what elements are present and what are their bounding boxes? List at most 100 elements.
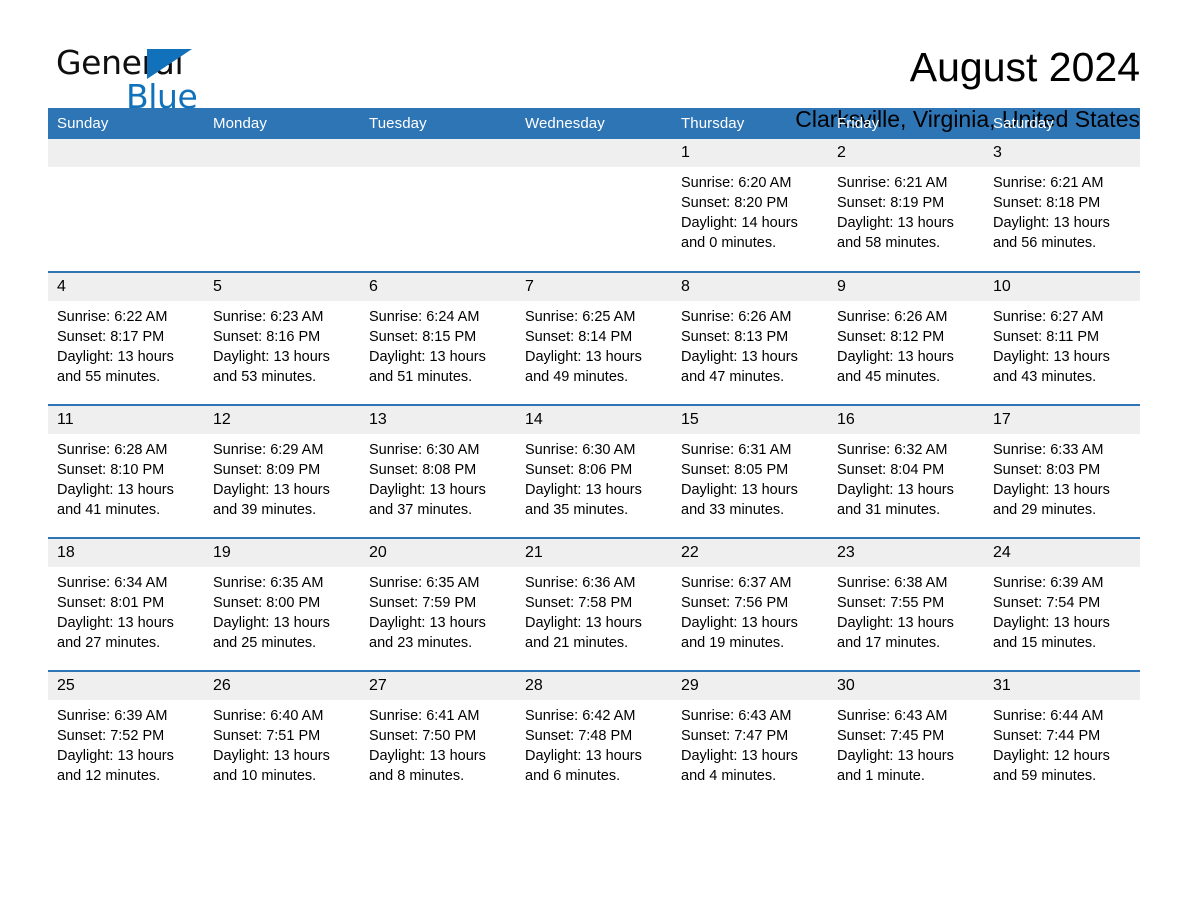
day-number: 15 <box>672 406 828 434</box>
day-cell-inner: 10 Sunrise: 6:27 AM Sunset: 8:11 PM Dayligh… <box>984 273 1140 404</box>
day-number: 2 <box>828 139 984 167</box>
sunrise-text: Sunrise: 6:32 AM <box>837 442 948 458</box>
calendar-day-cell[interactable]: 4 Sunrise: 6:22 AM Sunset: 8:17 PM Daylight… <box>48 271 204 405</box>
calendar-day-cell[interactable]: 27 Sunrise: 6:41 AM Sunset: 7:50 PM Dayligh… <box>360 670 516 789</box>
day-cell-details: Sunrise: 6:40 AM Sunset: 7:51 PM Daylight:… <box>204 700 360 786</box>
calendar-day-cell[interactable]: 9 Sunrise: 6:26 AM Sunset: 8:12 PM Daylight… <box>828 271 984 405</box>
day-number: 28 <box>516 672 672 700</box>
day-cell-inner: 25 Sunrise: 6:39 AM Sunset: 7:52 PM Dayligh… <box>48 672 204 789</box>
calendar-day-cell[interactable]: 25 Sunrise: 6:39 AM Sunset: 7:52 PM Dayligh… <box>48 670 204 789</box>
calendar-day-cell[interactable]: 26 Sunrise: 6:40 AM Sunset: 7:51 PM Dayligh… <box>204 670 360 789</box>
calendar-day-cell[interactable]: 8 Sunrise: 6:26 AM Sunset: 8:13 PM Daylight… <box>672 271 828 405</box>
day-cell-inner: 11 Sunrise: 6:28 AM Sunset: 8:10 PM Dayligh… <box>48 406 204 537</box>
dow-header-wednesday: Wednesday <box>516 108 672 139</box>
calendar-day-cell[interactable]: 23 Sunrise: 6:38 AM Sunset: 7:55 PM Dayligh… <box>828 537 984 671</box>
daylight-text: Daylight: 13 hours and 49 minutes. <box>525 349 642 385</box>
calendar-day-cell[interactable]: 13 Sunrise: 6:30 AM Sunset: 8:08 PM Dayligh… <box>360 404 516 538</box>
day-number: 11 <box>48 406 204 434</box>
calendar-day-cell[interactable]: 28 Sunrise: 6:42 AM Sunset: 7:48 PM Dayligh… <box>516 670 672 789</box>
page-title: August 2024 <box>909 44 1140 90</box>
calendar-day-cell[interactable]: 2 Sunrise: 6:21 AM Sunset: 8:19 PM Daylight… <box>828 139 984 272</box>
day-cell-details: Sunrise: 6:30 AM Sunset: 8:08 PM Daylight:… <box>360 434 516 520</box>
calendar-day-cell[interactable]: 20 Sunrise: 6:35 AM Sunset: 7:59 PM Dayligh… <box>360 537 516 671</box>
calendar-day-cell[interactable]: 15 Sunrise: 6:31 AM Sunset: 8:05 PM Dayligh… <box>672 404 828 538</box>
sunset-text: Sunset: 7:45 PM <box>837 728 945 744</box>
day-cell-inner: 27 Sunrise: 6:41 AM Sunset: 7:50 PM Dayligh… <box>360 672 516 789</box>
day-cell-inner: 24 Sunrise: 6:39 AM Sunset: 7:54 PM Dayligh… <box>984 539 1140 670</box>
daylight-text: Daylight: 13 hours and 35 minutes. <box>525 482 642 518</box>
day-cell-details: Sunrise: 6:27 AM Sunset: 8:11 PM Daylight:… <box>984 301 1140 387</box>
calendar-day-cell[interactable]: 16 Sunrise: 6:32 AM Sunset: 8:04 PM Dayligh… <box>828 404 984 538</box>
calendar-day-cell[interactable]: 18 Sunrise: 6:34 AM Sunset: 8:01 PM Dayligh… <box>48 537 204 671</box>
calendar-day-cell[interactable]: 5 Sunrise: 6:23 AM Sunset: 8:16 PM Daylight… <box>204 271 360 405</box>
calendar-day-cell[interactable]: 10 Sunrise: 6:27 AM Sunset: 8:11 PM Dayligh… <box>984 271 1140 405</box>
daylight-text: Daylight: 13 hours and 53 minutes. <box>213 349 330 385</box>
calendar-day-cell[interactable]: 3 Sunrise: 6:21 AM Sunset: 8:18 PM Daylight… <box>984 139 1140 272</box>
sunset-text: Sunset: 8:13 PM <box>681 329 789 345</box>
day-cell-details: Sunrise: 6:26 AM Sunset: 8:12 PM Daylight:… <box>828 301 984 387</box>
daylight-text: Daylight: 13 hours and 27 minutes. <box>57 615 174 651</box>
sunrise-text: Sunrise: 6:38 AM <box>837 575 948 591</box>
day-cell-details: Sunrise: 6:29 AM Sunset: 8:09 PM Daylight:… <box>204 434 360 520</box>
day-number: 26 <box>204 672 360 700</box>
day-cell-inner: 21 Sunrise: 6:36 AM Sunset: 7:58 PM Dayligh… <box>516 539 672 670</box>
calendar-day-cell[interactable]: 24 Sunrise: 6:39 AM Sunset: 7:54 PM Dayligh… <box>984 537 1140 671</box>
sunrise-text: Sunrise: 6:36 AM <box>525 575 636 591</box>
calendar-day-cell[interactable]: 7 Sunrise: 6:25 AM Sunset: 8:14 PM Daylight… <box>516 271 672 405</box>
daylight-text: Daylight: 14 hours and 0 minutes. <box>681 215 798 251</box>
day-cell-inner: 29 Sunrise: 6:43 AM Sunset: 7:47 PM Dayligh… <box>672 672 828 789</box>
day-number: 23 <box>828 539 984 567</box>
day-number <box>360 139 516 167</box>
calendar-day-cell[interactable]: 12 Sunrise: 6:29 AM Sunset: 8:09 PM Dayligh… <box>204 404 360 538</box>
sunrise-text: Sunrise: 6:26 AM <box>837 309 948 325</box>
day-cell-details: Sunrise: 6:43 AM Sunset: 7:45 PM Daylight:… <box>828 700 984 786</box>
calendar-day-cell[interactable]: 6 Sunrise: 6:24 AM Sunset: 8:15 PM Daylight… <box>360 271 516 405</box>
sunset-text: Sunset: 8:05 PM <box>681 462 789 478</box>
day-cell-details: Sunrise: 6:20 AM Sunset: 8:20 PM Daylight:… <box>672 167 828 253</box>
day-cell-details: Sunrise: 6:30 AM Sunset: 8:06 PM Daylight:… <box>516 434 672 520</box>
day-cell-inner <box>204 139 360 271</box>
day-cell-inner: 7 Sunrise: 6:25 AM Sunset: 8:14 PM Daylight… <box>516 273 672 404</box>
calendar-day-cell[interactable]: 19 Sunrise: 6:35 AM Sunset: 8:00 PM Dayligh… <box>204 537 360 671</box>
sunrise-text: Sunrise: 6:30 AM <box>369 442 480 458</box>
day-number: 24 <box>984 539 1140 567</box>
day-cell-inner: 12 Sunrise: 6:29 AM Sunset: 8:09 PM Dayligh… <box>204 406 360 537</box>
sunrise-text: Sunrise: 6:41 AM <box>369 708 480 724</box>
day-cell-inner: 28 Sunrise: 6:42 AM Sunset: 7:48 PM Dayligh… <box>516 672 672 789</box>
daylight-text: Daylight: 13 hours and 23 minutes. <box>369 615 486 651</box>
generalblue-logo: General Blue <box>48 42 198 116</box>
sunset-text: Sunset: 7:54 PM <box>993 595 1101 611</box>
calendar-day-cell[interactable]: 29 Sunrise: 6:43 AM Sunset: 7:47 PM Dayligh… <box>672 670 828 789</box>
sunset-text: Sunset: 8:15 PM <box>369 329 477 345</box>
day-number: 16 <box>828 406 984 434</box>
sunrise-text: Sunrise: 6:43 AM <box>681 708 792 724</box>
calendar-day-cell[interactable]: 14 Sunrise: 6:30 AM Sunset: 8:06 PM Dayligh… <box>516 404 672 538</box>
calendar-day-cell[interactable]: 17 Sunrise: 6:33 AM Sunset: 8:03 PM Dayligh… <box>984 404 1140 538</box>
daylight-text: Daylight: 13 hours and 33 minutes. <box>681 482 798 518</box>
sunset-text: Sunset: 8:09 PM <box>213 462 321 478</box>
calendar-day-cell[interactable]: 22 Sunrise: 6:37 AM Sunset: 7:56 PM Dayligh… <box>672 537 828 671</box>
day-number: 8 <box>672 273 828 301</box>
calendar-day-cell-empty <box>360 139 516 272</box>
sunrise-text: Sunrise: 6:21 AM <box>837 175 948 191</box>
day-cell-details: Sunrise: 6:39 AM Sunset: 7:52 PM Daylight:… <box>48 700 204 786</box>
calendar-day-cell[interactable]: 1 Sunrise: 6:20 AM Sunset: 8:20 PM Daylight… <box>672 139 828 272</box>
daylight-text: Daylight: 13 hours and 41 minutes. <box>57 482 174 518</box>
calendar-day-cell[interactable]: 30 Sunrise: 6:43 AM Sunset: 7:45 PM Dayligh… <box>828 670 984 789</box>
sunrise-text: Sunrise: 6:33 AM <box>993 442 1104 458</box>
calendar-day-cell[interactable]: 21 Sunrise: 6:36 AM Sunset: 7:58 PM Dayligh… <box>516 537 672 671</box>
sunset-text: Sunset: 8:01 PM <box>57 595 165 611</box>
sunset-text: Sunset: 8:00 PM <box>213 595 321 611</box>
day-number: 31 <box>984 672 1140 700</box>
day-cell-details: Sunrise: 6:32 AM Sunset: 8:04 PM Daylight:… <box>828 434 984 520</box>
calendar-day-cell[interactable]: 11 Sunrise: 6:28 AM Sunset: 8:10 PM Dayligh… <box>48 404 204 538</box>
sunset-text: Sunset: 8:06 PM <box>525 462 633 478</box>
sunrise-text: Sunrise: 6:34 AM <box>57 575 168 591</box>
dow-header-monday: Monday <box>204 108 360 139</box>
sunrise-text: Sunrise: 6:31 AM <box>681 442 792 458</box>
calendar-day-cell[interactable]: 31 Sunrise: 6:44 AM Sunset: 7:44 PM Dayligh… <box>984 670 1140 789</box>
sunset-text: Sunset: 7:50 PM <box>369 728 477 744</box>
day-number: 7 <box>516 273 672 301</box>
day-cell-details: Sunrise: 6:37 AM Sunset: 7:56 PM Daylight:… <box>672 567 828 653</box>
sunset-text: Sunset: 8:16 PM <box>213 329 321 345</box>
